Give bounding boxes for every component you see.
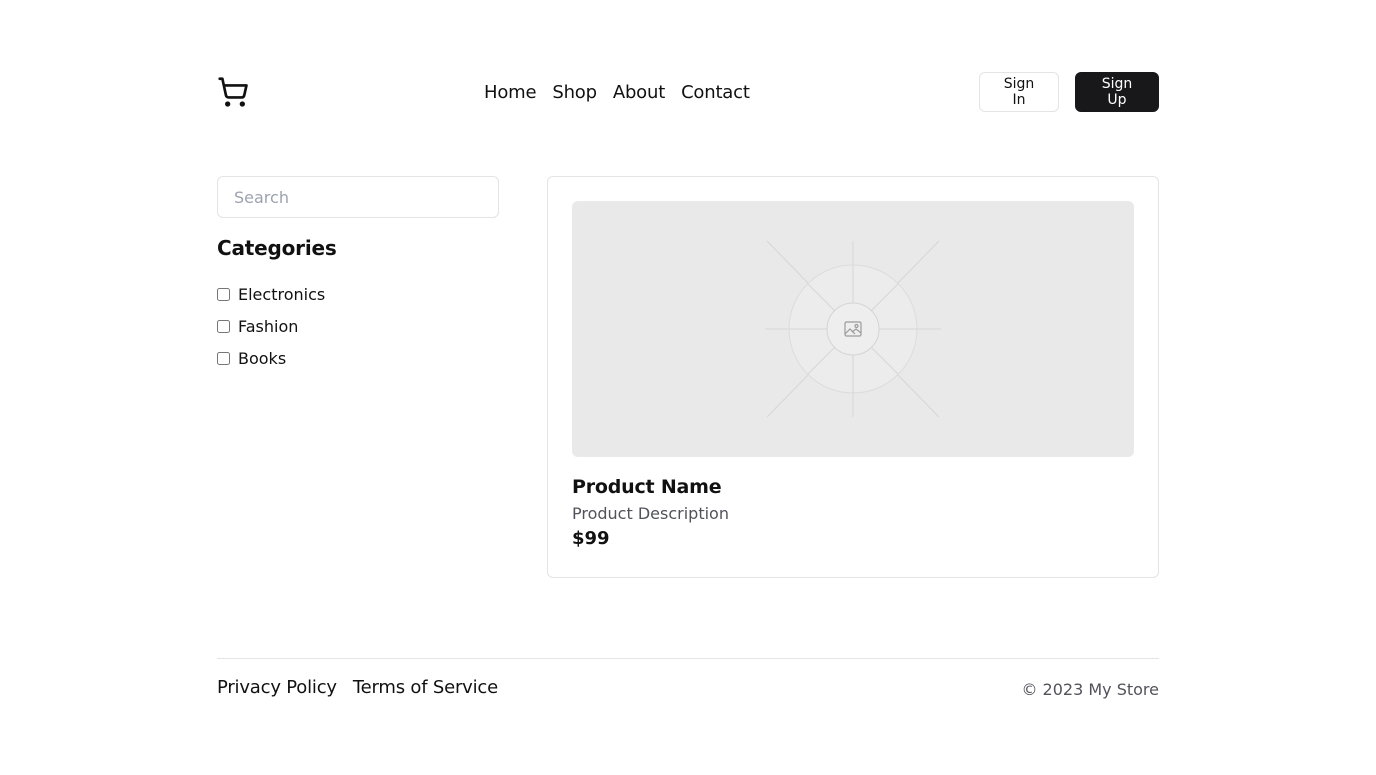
sign-in-button[interactable]: Sign In [979,72,1059,112]
image-placeholder-icon [765,240,941,418]
footer-links: Privacy Policy Terms of Service [217,677,498,698]
nav-shop-link[interactable]: Shop [552,82,597,103]
product-name[interactable]: Product Name [572,476,722,498]
filter-sidebar: Categories Electronics Fashion Books [217,176,499,374]
main-nav: Home Shop About Contact [484,72,750,112]
category-item-electronics[interactable]: Electronics [217,278,499,310]
page-container: Home Shop About Contact Sign In Sign Up … [217,0,1159,775]
product-card[interactable]: Product Name Product Description $99 [547,176,1159,578]
privacy-policy-link[interactable]: Privacy Policy [217,677,337,698]
nav-about-link[interactable]: About [613,82,665,103]
category-list: Electronics Fashion Books [217,278,499,374]
sign-up-button[interactable]: Sign Up [1075,72,1159,112]
site-footer: Privacy Policy Terms of Service © 2023 M… [217,658,1159,718]
nav-contact-link[interactable]: Contact [681,82,750,103]
product-image[interactable] [572,201,1134,457]
search-input[interactable] [217,176,499,218]
product-price: $99 [572,528,610,549]
category-item-fashion[interactable]: Fashion [217,310,499,342]
auth-buttons: Sign In Sign Up [979,72,1159,112]
product-description: Product Description [572,504,729,523]
shopping-cart-icon[interactable] [217,76,249,108]
category-label: Electronics [238,284,326,304]
site-header: Home Shop About Contact Sign In Sign Up [217,72,1159,112]
category-item-books[interactable]: Books [217,342,499,374]
fashion-checkbox[interactable] [217,319,230,333]
copyright-text: © 2023 My Store [1021,680,1159,699]
electronics-checkbox[interactable] [217,287,230,301]
terms-of-service-link[interactable]: Terms of Service [353,677,498,698]
nav-home-link[interactable]: Home [484,82,537,103]
category-label: Books [238,348,287,368]
books-checkbox[interactable] [217,351,230,365]
categories-heading: Categories [217,236,337,260]
category-label: Fashion [238,316,299,336]
